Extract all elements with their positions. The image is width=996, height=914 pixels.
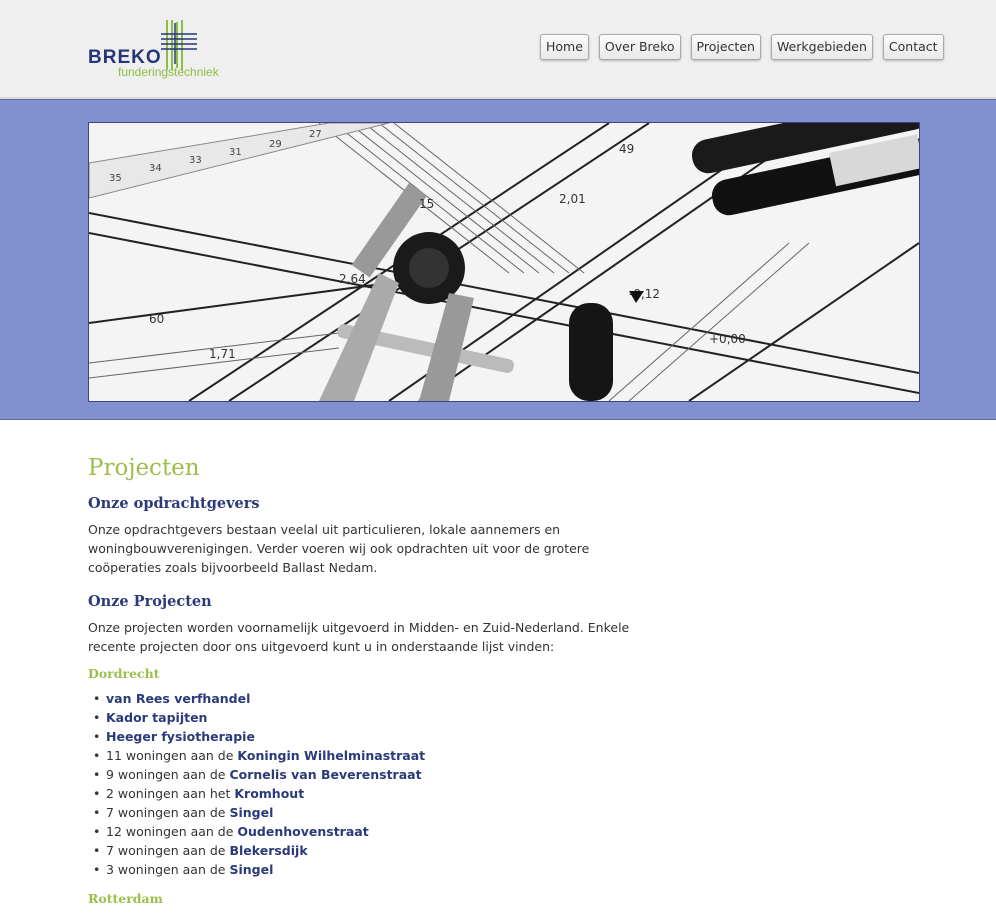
svg-text:35: 35 (109, 173, 122, 184)
svg-text:15: 15 (419, 197, 434, 211)
svg-text:1,71: 1,71 (209, 347, 236, 361)
blueprint-image: 35 34 33 31 29 27 60 1,71 2,64 2,01 -0,1… (88, 122, 920, 402)
list-item: • van Rees verfhandel (93, 691, 251, 706)
project-link[interactable]: van Rees verfhandel (106, 691, 250, 706)
nav-contact[interactable]: Contact (882, 34, 944, 60)
svg-text:29: 29 (269, 139, 282, 150)
svg-text:+0,00: +0,00 (709, 332, 746, 346)
project-link[interactable]: Oudenhovenstraat (237, 824, 368, 839)
project-link[interactable]: Kromhout (234, 786, 304, 801)
clients-text: Onze opdrachtgevers bestaan veelal uit p… (88, 522, 590, 575)
project-link[interactable]: Singel (229, 862, 273, 877)
svg-text:31: 31 (229, 147, 242, 158)
nav-home[interactable]: Home (540, 34, 589, 60)
svg-text:27: 27 (309, 129, 322, 140)
nav-over-breko[interactable]: Over Breko (598, 34, 681, 60)
list-item: • 7 woningen aan de Singel (93, 805, 274, 820)
city-heading-rotterdam: Rotterdam (88, 891, 163, 906)
page-title: Projecten (88, 455, 200, 481)
svg-text:33: 33 (189, 155, 202, 166)
svg-text:2,64: 2,64 (339, 272, 366, 286)
project-link[interactable]: Koningin Wilhelminastraat (237, 748, 425, 763)
list-item: • 7 woningen aan de Blekersdijk (93, 843, 308, 858)
city-heading-dordrecht: Dordrecht (88, 666, 160, 681)
svg-text:2,01: 2,01 (559, 192, 586, 206)
main-nav: Home Over Breko Projecten Werkgebieden C… (540, 34, 944, 60)
logo-tagline: funderingstechniek (118, 65, 219, 79)
breko-logo[interactable]: BREKO funderingstechniek (88, 20, 219, 80)
list-item: • 2 woningen aan het Kromhout (93, 786, 305, 801)
project-link[interactable]: Cornelis van Beverenstraat (229, 767, 421, 782)
list-item: • 12 woningen aan de Oudenhovenstraat (93, 824, 369, 839)
hero-banner: 35 34 33 31 29 27 60 1,71 2,64 2,01 -0,1… (0, 99, 996, 420)
project-link[interactable]: Heeger fysiotherapie (106, 729, 255, 744)
projects-heading: Onze Projecten (88, 593, 212, 610)
main-content: Projecten Onze opdrachtgevers Onze opdra… (88, 455, 648, 914)
svg-text:60: 60 (149, 312, 164, 326)
project-link[interactable]: Singel (229, 805, 273, 820)
list-item: • 9 woningen aan de Cornelis van Beverens… (93, 767, 422, 782)
clients-heading: Onze opdrachtgevers (88, 495, 260, 512)
list-item: • Kador tapijten (93, 710, 208, 725)
list-item: • 11 woningen aan de Koningin Wilhelminas… (93, 748, 426, 763)
nav-werkgebieden[interactable]: Werkgebieden (770, 34, 873, 60)
logo-grid-icon (161, 20, 197, 70)
list-item: • Heeger fysiotherapie (93, 729, 255, 744)
projects-text: Onze projecten worden voornamelijk uitge… (88, 620, 630, 654)
project-link[interactable]: Blekersdijk (229, 843, 307, 858)
svg-text:49: 49 (619, 142, 634, 156)
list-item: • 3 woningen aan de Singel (93, 862, 274, 877)
site-header: BREKO funderingstechniek Home Over Breko… (0, 0, 996, 99)
svg-text:34: 34 (149, 163, 162, 174)
project-link[interactable]: Kador tapijten (106, 710, 207, 725)
nav-projecten[interactable]: Projecten (690, 34, 761, 60)
project-list-dordrecht: • van Rees verfhandel • Kador tapijten • He… (88, 689, 648, 879)
